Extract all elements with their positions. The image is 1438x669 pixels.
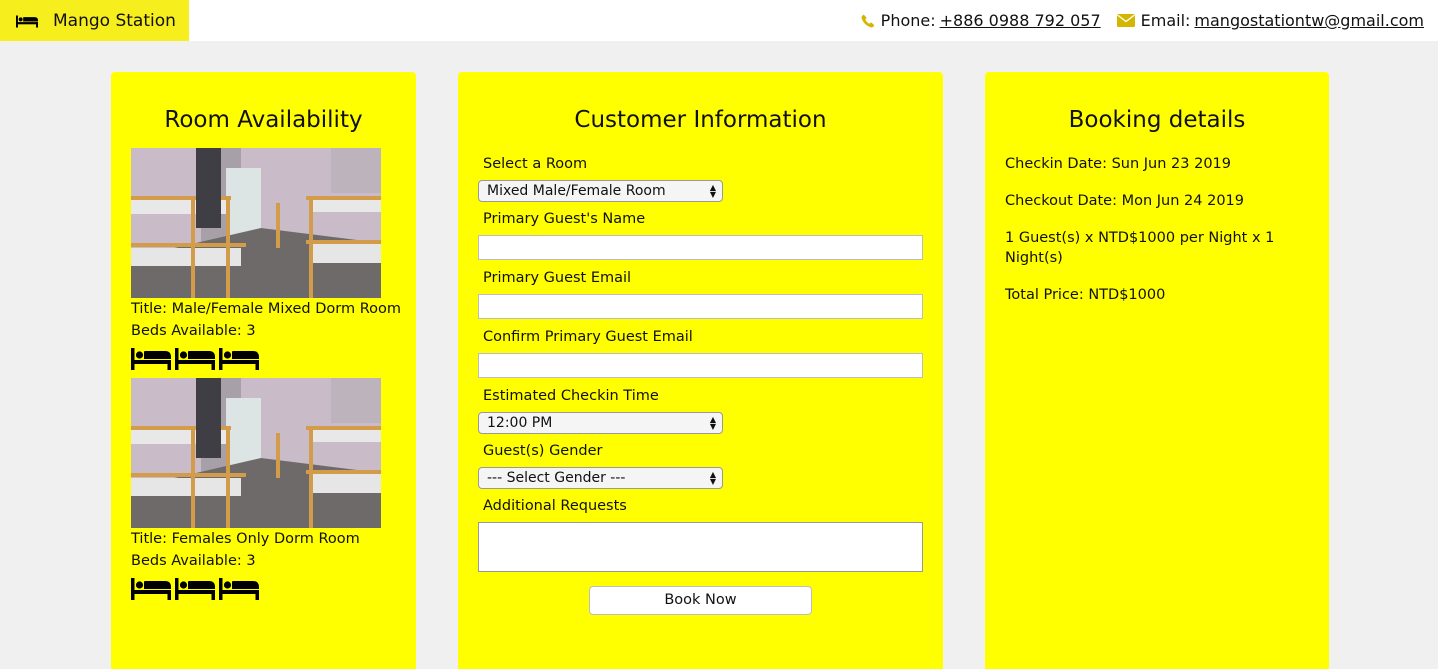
room-card: Title: Male/Female Mixed Dorm Room Beds … [131,148,411,370]
select-arrows-icon: ▲ ▼ [709,470,716,486]
top-bar: Mango Station Phone: +886 0988 792 057 E… [0,0,1438,41]
total-price: Total Price: NTD$1000 [1005,287,1166,303]
confirm-email-input[interactable] [478,353,923,378]
phone-label: Phone: [880,11,936,30]
gender-select[interactable]: --- Select Gender --- ▲ ▼ [478,467,723,489]
phone-link[interactable]: +886 0988 792 057 [940,11,1101,30]
select-arrows-icon: ▲ ▼ [709,415,716,431]
room-title: Title: Male/Female Mixed Dorm Room [131,301,402,317]
guest-name-label: Primary Guest's Name [483,211,646,227]
panel-title: Room Availability [164,107,363,133]
additional-requests-label: Additional Requests [483,498,627,514]
bed-icon [175,346,215,370]
gender-label: Guest(s) Gender [483,443,603,459]
booking-form: Select a Room Mixed Male/Female Room ▲ ▼ … [478,154,923,572]
room-photo [131,378,381,528]
room-availability-panel: Room Availability Title: Male/Female Mix… [111,72,416,669]
bed-icon [16,14,38,28]
checkin-time-value: 12:00 PM [487,415,553,431]
bed-icon [219,346,259,370]
select-arrows-icon: ▲ ▼ [709,183,716,199]
email-label: Email: [1140,11,1191,30]
panel-title: Customer Information [574,107,827,133]
additional-requests-textarea[interactable] [478,522,923,572]
checkin-date: Checkin Date: Sun Jun 23 2019 [1005,156,1232,172]
bed-icon [131,346,171,370]
brand-name: Mango Station [53,10,176,31]
checkin-time-select[interactable]: 12:00 PM ▲ ▼ [478,412,723,434]
envelope-icon [1116,14,1135,27]
confirm-email-label: Confirm Primary Guest Email [483,329,693,345]
email-link[interactable]: mangostationtw@gmail.com [1194,11,1424,30]
gender-select-value: --- Select Gender --- [487,470,626,486]
room-select-value: Mixed Male/Female Room [487,183,666,199]
brand[interactable]: Mango Station [0,0,189,41]
customer-information-panel: Customer Information Select a Room Mixed… [458,72,943,669]
panel-title: Booking details [1068,107,1246,133]
bed-icon [131,576,171,600]
price-breakdown: 1 Guest(s) x NTD$1000 per Night x 1 Nigh… [1005,230,1275,266]
booking-summary: Checkin Date: Sun Jun 23 2019 Checkout D… [1005,154,1325,322]
guest-email-input[interactable] [478,294,923,319]
bed-icon [219,576,259,600]
guest-email-label: Primary Guest Email [483,270,632,286]
beds-available: Beds Available: 3 [131,323,256,339]
room-photo [131,148,381,298]
booking-details-panel: Booking details Checkin Date: Sun Jun 23… [985,72,1329,669]
checkout-date: Checkout Date: Mon Jun 24 2019 [1005,193,1245,209]
bed-icons [131,346,411,370]
room-card: Title: Females Only Dorm Room Beds Avail… [131,378,411,600]
room-select[interactable]: Mixed Male/Female Room ▲ ▼ [478,180,723,202]
bed-icon [175,576,215,600]
room-title: Title: Females Only Dorm Room [131,531,360,547]
contact-info: Phone: +886 0988 792 057 Email: mangosta… [861,0,1424,41]
phone-icon [861,14,875,28]
bed-icons [131,576,411,600]
book-now-button[interactable]: Book Now [589,586,812,615]
guest-name-input[interactable] [478,235,923,260]
checkin-time-label: Estimated Checkin Time [483,388,659,404]
beds-available: Beds Available: 3 [131,553,256,569]
room-select-label: Select a Room [483,156,588,172]
